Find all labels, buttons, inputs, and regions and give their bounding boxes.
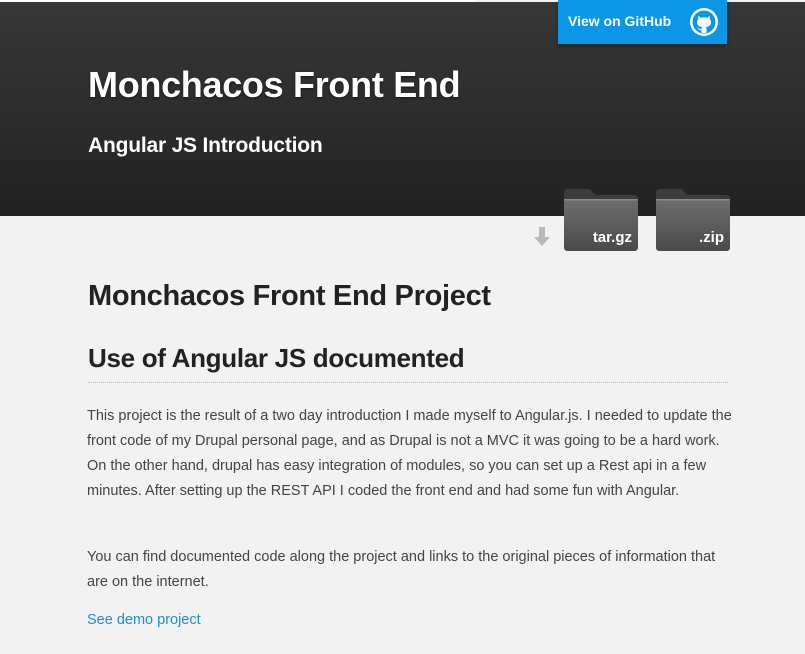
section-heading: Use of Angular JS documented bbox=[88, 343, 465, 373]
see-demo-project-link[interactable]: See demo project bbox=[87, 612, 201, 628]
github-button-label: View on GitHub bbox=[568, 13, 672, 29]
zip-label: .zip bbox=[699, 229, 724, 246]
tar-gz-label: tar.gz bbox=[592, 229, 632, 246]
download-zip-button[interactable]: .zip bbox=[654, 187, 732, 253]
github-octocat-icon bbox=[689, 7, 719, 37]
intro-paragraph: This project is the result of a two day … bbox=[87, 408, 732, 499]
site-subtitle: Angular JS Introduction bbox=[88, 134, 323, 157]
project-heading: Monchacos Front End Project bbox=[88, 280, 491, 312]
heading-divider bbox=[88, 382, 728, 383]
documentation-paragraph: You can find documented code along the p… bbox=[87, 549, 716, 590]
download-tar-gz-button[interactable]: tar.gz bbox=[562, 187, 640, 253]
view-on-github-button[interactable]: View on GitHub bbox=[558, 0, 727, 44]
download-arrow-icon bbox=[533, 227, 551, 247]
site-title: Monchacos Front End bbox=[88, 64, 461, 105]
